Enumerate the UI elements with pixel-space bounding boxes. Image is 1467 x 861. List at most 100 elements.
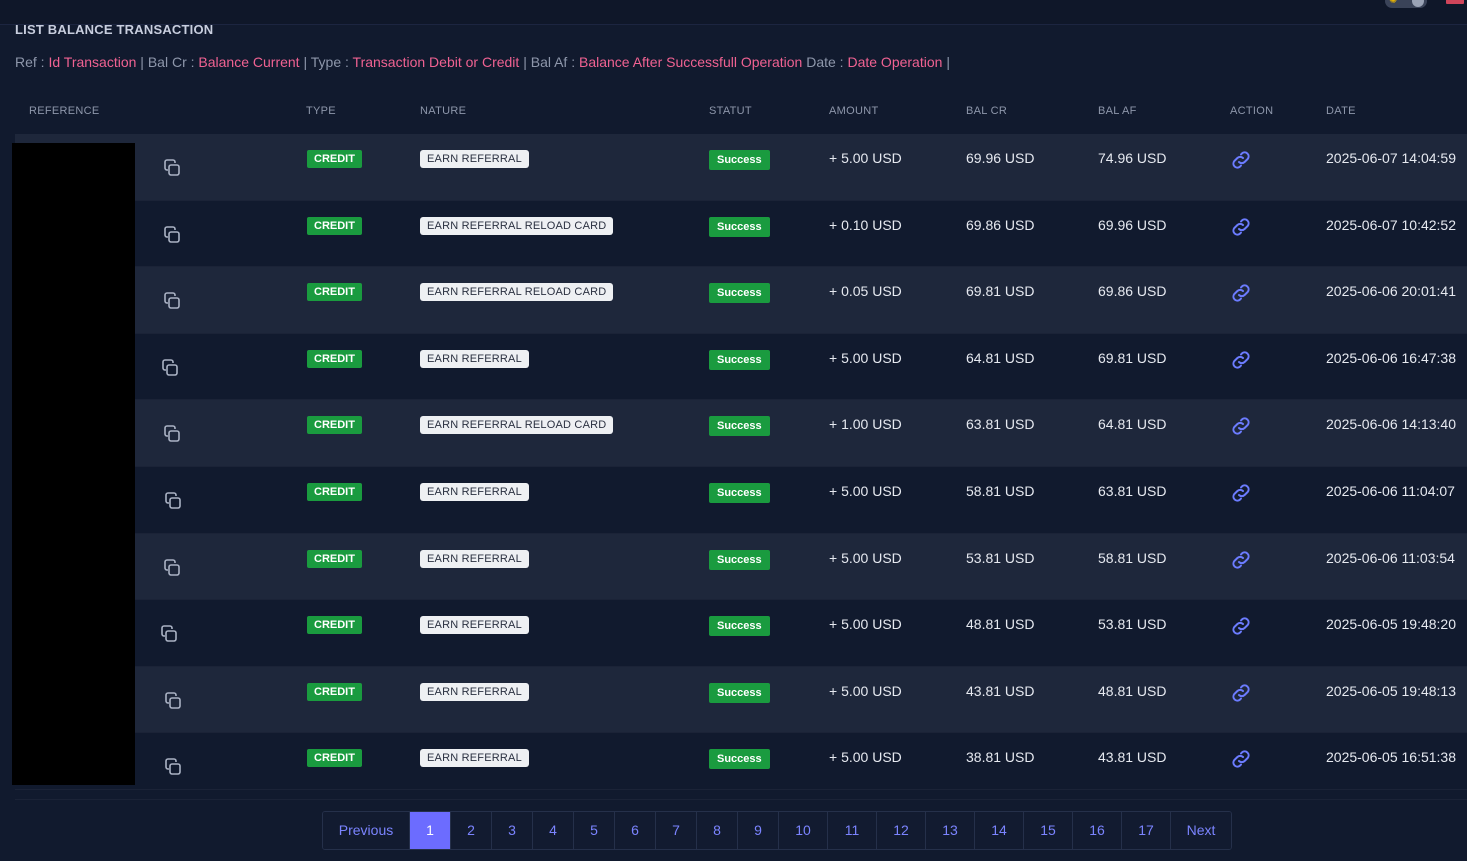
balance-current-cell: 63.81 USD xyxy=(966,416,1035,433)
nature-badge: EARN REFERRAL xyxy=(420,349,529,368)
balance-current-cell: 43.81 USD xyxy=(966,682,1035,699)
pagination-page-3[interactable]: 3 xyxy=(492,812,533,849)
link-icon[interactable] xyxy=(1229,281,1253,305)
top-bar: ✺ xyxy=(0,0,1467,25)
col-type: TYPE xyxy=(306,105,336,117)
copy-icon[interactable] xyxy=(163,491,183,511)
balance-current-cell: 64.81 USD xyxy=(966,349,1035,366)
amount-cell: + 0.05 USD xyxy=(829,283,902,300)
status-badge: Success xyxy=(709,549,770,570)
type-badge: CREDIT xyxy=(307,349,362,368)
link-icon[interactable] xyxy=(1229,548,1253,572)
col-bal-cr: BAL CR xyxy=(966,105,1008,117)
toggle-knob xyxy=(1412,0,1424,7)
balance-current-cell: 58.81 USD xyxy=(966,482,1035,499)
link-icon[interactable] xyxy=(1229,148,1253,172)
copy-icon[interactable] xyxy=(162,225,182,245)
type-badge: CREDIT xyxy=(307,150,362,168)
date-cell: 2025-06-06 11:03:54 xyxy=(1326,549,1455,566)
balance-current-cell: 48.81 USD xyxy=(966,616,1035,633)
legend-separator: | xyxy=(140,54,144,70)
pagination-page-11[interactable]: 11 xyxy=(828,812,877,849)
transaction-table-body: CREDIT EARN REFERRAL Success + 5.00 USD 69.9… xyxy=(15,134,1467,800)
balance-current-cell: 69.81 USD xyxy=(966,283,1035,300)
amount-cell: + 5.00 USD xyxy=(829,482,902,499)
amount-cell: + 5.00 USD xyxy=(829,749,902,766)
date-cell: 2025-06-06 14:13:40 xyxy=(1326,416,1456,433)
date-cell: 2025-06-05 16:51:38 xyxy=(1326,749,1456,766)
copy-icon[interactable] xyxy=(163,691,183,711)
pagination-page-17[interactable]: 17 xyxy=(1122,812,1171,849)
legend-value: Date Operation xyxy=(847,54,943,70)
table-row: CREDIT EARN REFERRAL Success + 5.00 USD 58.8… xyxy=(15,466,1467,534)
pagination-page-1[interactable]: 1 xyxy=(410,812,451,849)
link-icon[interactable] xyxy=(1229,348,1253,372)
balance-current-cell: 69.96 USD xyxy=(966,150,1035,166)
legend-value: Balance Current xyxy=(198,54,300,70)
status-badge: Success xyxy=(709,749,770,770)
page-title: LIST BALANCE TRANSACTION xyxy=(15,22,214,37)
table-bottom-divider xyxy=(15,789,1467,790)
language-flag-icon[interactable] xyxy=(1446,0,1464,4)
copy-icon[interactable] xyxy=(163,757,183,777)
pagination-page-14[interactable]: 14 xyxy=(975,812,1024,849)
status-badge: Success xyxy=(709,482,770,503)
pagination-page-12[interactable]: 12 xyxy=(877,812,926,849)
pagination-page-13[interactable]: 13 xyxy=(926,812,975,849)
copy-icon[interactable] xyxy=(162,558,182,578)
pagination-page-10[interactable]: 10 xyxy=(779,812,828,849)
link-icon[interactable] xyxy=(1229,614,1253,638)
nature-badge: EARN REFERRAL RELOAD CARD xyxy=(420,416,614,435)
legend-key: Date : xyxy=(806,54,844,70)
type-badge: CREDIT xyxy=(307,416,362,435)
type-badge: CREDIT xyxy=(307,283,362,302)
table-header: REFERENCE TYPE NATURE STATUT AMOUNT BAL … xyxy=(15,100,1467,122)
balance-current-cell: 69.86 USD xyxy=(966,216,1035,233)
status-badge: Success xyxy=(709,682,770,703)
pagination-page-5[interactable]: 5 xyxy=(574,812,615,849)
sun-icon: ✺ xyxy=(1389,0,1398,6)
copy-icon[interactable] xyxy=(162,424,182,444)
copy-icon[interactable] xyxy=(159,624,179,644)
pagination-page-2[interactable]: 2 xyxy=(451,812,492,849)
pagination-page-16[interactable]: 16 xyxy=(1073,812,1122,849)
amount-cell: + 1.00 USD xyxy=(829,416,902,433)
link-icon[interactable] xyxy=(1229,414,1253,438)
pagination-next-button[interactable]: Next xyxy=(1171,812,1231,849)
pagination-page-4[interactable]: 4 xyxy=(533,812,574,849)
balance-current-cell: 53.81 USD xyxy=(966,549,1035,566)
table-row: CREDIT EARN REFERRAL Success + 5.00 USD 43.8… xyxy=(15,666,1467,734)
balance-after-cell: 69.86 USD xyxy=(1098,283,1167,300)
pagination-page-15[interactable]: 15 xyxy=(1024,812,1073,849)
type-badge: CREDIT xyxy=(307,616,362,635)
col-action: ACTION xyxy=(1230,105,1274,117)
balance-after-cell: 64.81 USD xyxy=(1098,416,1167,433)
col-amount: AMOUNT xyxy=(829,105,879,117)
pagination-page-9[interactable]: 9 xyxy=(738,812,779,849)
balance-current-cell: 38.81 USD xyxy=(966,749,1035,766)
legend-separator: | xyxy=(523,54,527,70)
link-icon[interactable] xyxy=(1229,481,1253,505)
pagination-page-7[interactable]: 7 xyxy=(656,812,697,849)
copy-icon[interactable] xyxy=(162,158,182,178)
col-bal-af: BAL AF xyxy=(1098,105,1137,117)
nature-badge: EARN REFERRAL xyxy=(420,749,529,768)
theme-toggle[interactable]: ✺ xyxy=(1385,0,1427,8)
table-row: CREDIT EARN REFERRAL RELOAD CARD Success + … xyxy=(15,400,1467,467)
copy-icon[interactable] xyxy=(162,291,182,311)
type-badge: CREDIT xyxy=(307,749,362,768)
balance-after-cell: 53.81 USD xyxy=(1098,616,1167,633)
pagination-page-8[interactable]: 8 xyxy=(697,812,738,849)
legend-key: Ref : xyxy=(15,54,45,70)
column-legend: Ref : Id Transaction | Bal Cr : Balance … xyxy=(15,54,950,70)
link-icon[interactable] xyxy=(1229,681,1253,705)
status-badge: Success xyxy=(709,150,770,170)
pagination-page-6[interactable]: 6 xyxy=(615,812,656,849)
type-badge: CREDIT xyxy=(307,549,362,568)
pagination-previous-button[interactable]: Previous xyxy=(323,812,410,849)
link-icon[interactable] xyxy=(1229,747,1253,771)
link-icon[interactable] xyxy=(1229,215,1253,239)
status-badge: Success xyxy=(709,349,770,370)
balance-after-cell: 69.81 USD xyxy=(1098,349,1167,366)
copy-icon[interactable] xyxy=(160,358,180,378)
